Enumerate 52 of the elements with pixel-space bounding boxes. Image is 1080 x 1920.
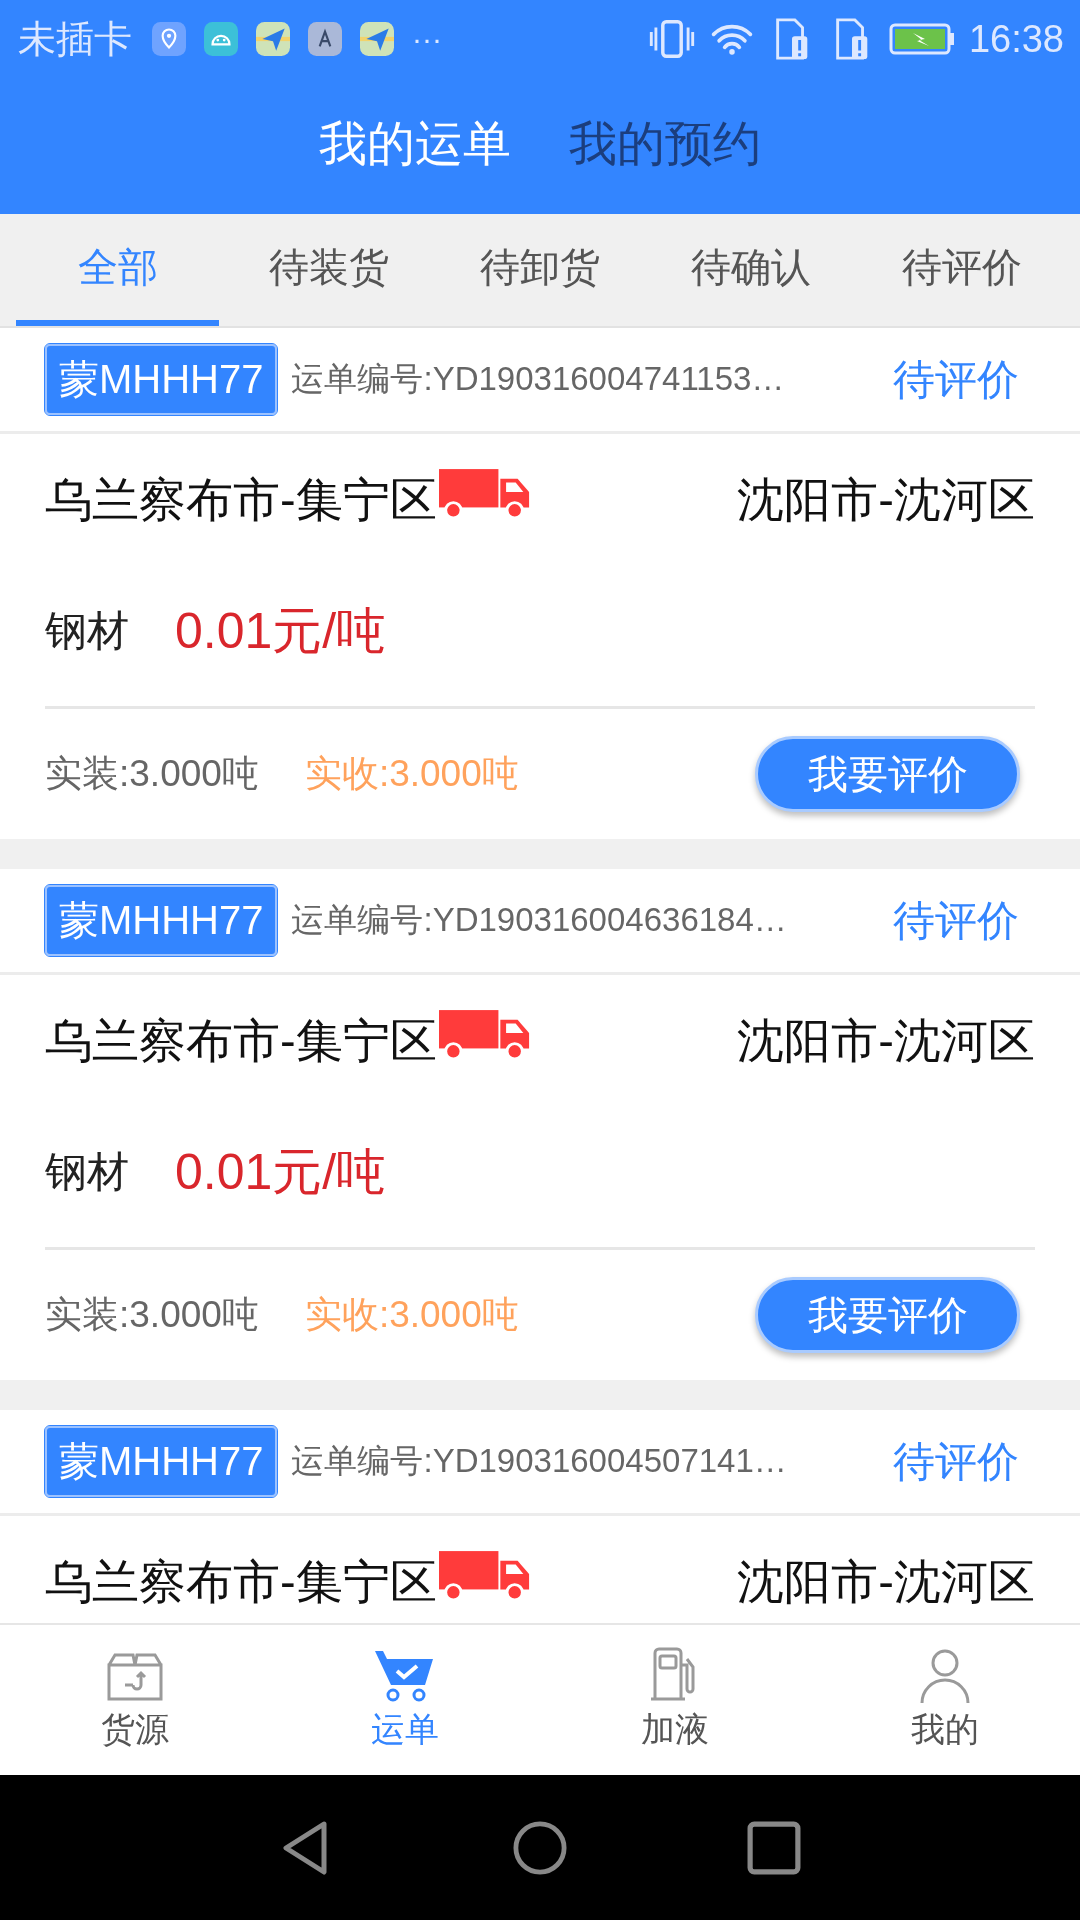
map-app-icon <box>360 22 394 56</box>
origin-city: 乌兰察布市-集宁区 <box>45 472 437 527</box>
received-weight: 实收:3.000吨 <box>304 752 519 796</box>
carrier-label: 未插卡 <box>18 16 132 62</box>
destination-city: 沈阳市-沈河区 <box>737 472 1035 527</box>
loaded-weight: 实装:3.000吨 <box>45 752 259 796</box>
plate-number: 蒙MHHH77 <box>45 885 278 956</box>
plate-number: 蒙MHHH77 <box>45 1426 278 1497</box>
clock-time: 16:38 <box>968 17 1064 61</box>
truck-icon <box>438 1550 531 1602</box>
freight-price: 0.01元/吨 <box>175 601 387 661</box>
battery-icon <box>888 23 955 55</box>
more-notifications: ··· <box>412 22 442 56</box>
goods-type: 钢材 <box>45 606 129 656</box>
order-status: 待评价 <box>892 1436 1020 1487</box>
filter-tab[interactable]: 待评价 <box>860 214 1064 326</box>
destination-city: 沈阳市-沈河区 <box>737 1554 1035 1609</box>
order-card[interactable]: 蒙MHHH77 运单编号:YD190316004741153… 待评价 乌兰察布市-集宁区 沈阳市-沈河区 钢材 0.01元/吨 实装:3.000吨 实收:3.000吨 我要评价 <box>0 328 1080 839</box>
nav-tab[interactable]: 我的 <box>810 1625 1080 1775</box>
order-status: 待评价 <box>892 354 1020 405</box>
home-icon[interactable] <box>513 1819 567 1876</box>
order-status: 待评价 <box>892 895 1020 946</box>
location-icon <box>152 22 186 56</box>
order-card[interactable]: 蒙MHHH77 运单编号:YD190316004507141… 待评价 乌兰察布市-集宁区 沈阳市-沈河区 <box>0 1410 1080 1623</box>
font-app-icon <box>308 22 342 56</box>
goods-type: 钢材 <box>45 1147 129 1197</box>
recents-icon[interactable] <box>747 1819 801 1876</box>
filter-tab[interactable]: 待卸货 <box>438 214 642 326</box>
truck-icon <box>438 1009 531 1061</box>
origin-city: 乌兰察布市-集宁区 <box>45 1013 437 1068</box>
truck-icon <box>438 468 531 520</box>
nav-tab[interactable]: 加液 <box>540 1625 810 1775</box>
rate-button[interactable]: 我要评价 <box>755 1277 1020 1353</box>
nav-tab[interactable]: 运单 <box>270 1625 540 1775</box>
origin-city: 乌兰察布市-集宁区 <box>45 1554 437 1609</box>
freight-price: 0.01元/吨 <box>175 1142 387 1202</box>
rate-button[interactable]: 我要评价 <box>755 736 1020 812</box>
destination-city: 沈阳市-沈河区 <box>737 1013 1035 1068</box>
nav-tab[interactable]: 货源 <box>0 1625 270 1775</box>
android-icon <box>204 22 238 56</box>
header-tab[interactable]: 我的运单 <box>319 112 511 176</box>
order-number: 运单编号:YD190316004636184… <box>291 900 788 940</box>
order-card[interactable]: 蒙MHHH77 运单编号:YD190316004636184… 待评价 乌兰察布市-集宁区 沈阳市-沈河区 钢材 0.01元/吨 实装:3.000吨 实收:3.000吨 我要评价 <box>0 869 1080 1380</box>
vibrate-icon <box>648 17 695 61</box>
map-app-icon <box>256 22 290 56</box>
filter-tab[interactable]: 待确认 <box>649 214 853 326</box>
order-number: 运单编号:YD190316004507141… <box>291 1441 788 1481</box>
loaded-weight: 实装:3.000吨 <box>45 1293 259 1337</box>
received-weight: 实收:3.000吨 <box>304 1293 519 1337</box>
order-number: 运单编号:YD190316004741153… <box>291 359 786 399</box>
plate-number: 蒙MHHH77 <box>45 344 278 415</box>
filter-tab[interactable]: 待装货 <box>227 214 431 326</box>
